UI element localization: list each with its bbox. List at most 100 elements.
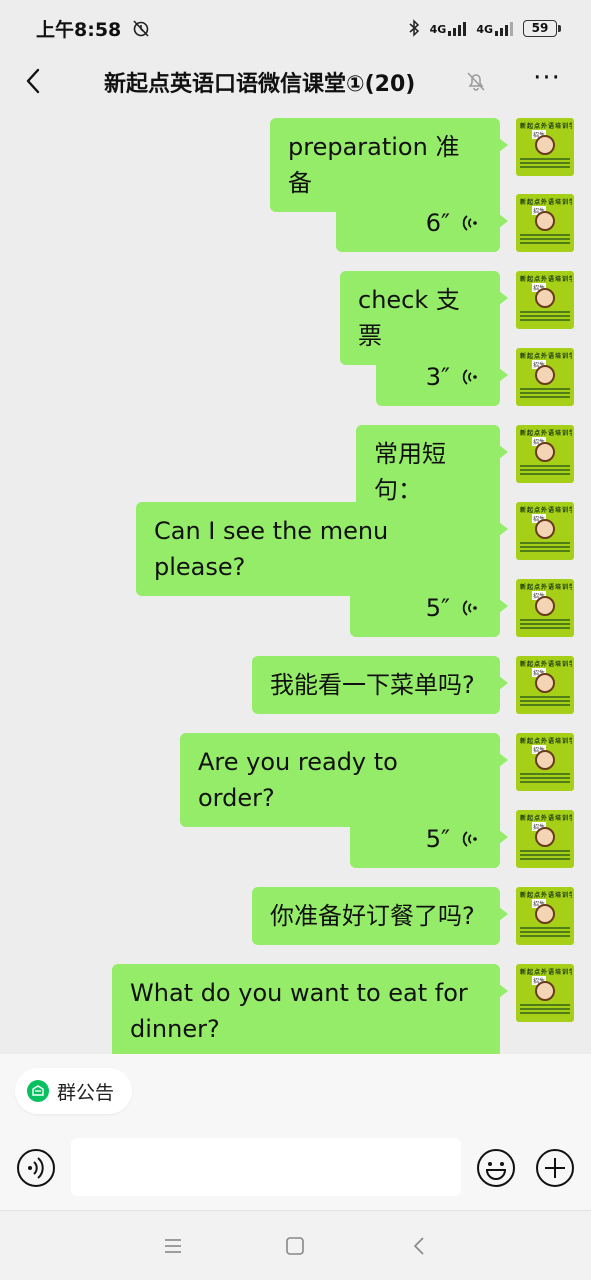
announcement-icon [27,1080,49,1102]
signal-1: 4G [430,20,467,36]
menu-icon[interactable] [162,1235,184,1257]
avatar-text-lines [520,1004,570,1018]
avatar[interactable]: 新起点外语培训学校招生 [516,964,574,1022]
avatar-face [535,442,555,462]
voice-message[interactable]: 6″ 新起点外语培训学校招生 [336,194,574,252]
group-announcement-button[interactable]: 群公告 [15,1068,133,1114]
voice-message[interactable]: 3″ 新起点外语培训学校招生 [376,348,574,406]
voice-wave-icon [462,369,477,385]
avatar[interactable]: 新起点外语培训学校招生 [516,194,574,252]
alarm-off-icon [133,20,149,37]
announcement-label: 群公告 [57,1081,115,1104]
voice-duration: 5″ [425,825,450,853]
message-bubble[interactable]: 5″ [350,579,508,637]
avatar-face [535,750,555,770]
message-bubble[interactable]: 3″ [376,348,508,406]
avatar-face [535,827,555,847]
avatar-arc-text: 新起点外语培训学校 [520,738,572,745]
avatar-text-lines [520,388,570,402]
battery-indicator: 59 [523,19,561,37]
announcement-area: 群公告 [0,1054,591,1128]
message-text: preparation 准备 [288,133,460,197]
message-text: 你准备好订餐了吗? [270,902,475,930]
message-bubble[interactable]: What do you want to eat for dinner? [112,964,508,1054]
message-input[interactable] [71,1138,461,1196]
avatar-text-lines [520,850,570,864]
avatar-face [535,288,555,308]
avatar[interactable]: 新起点外语培训学校招生 [516,271,574,329]
avatar-face [535,519,555,539]
message-text: 我能看一下菜单吗? [270,671,475,699]
smiley-icon[interactable] [476,1148,516,1188]
avatar-face [535,135,555,155]
avatar-arc-text: 新起点外语培训学校 [520,199,572,206]
avatar-text-lines [520,234,570,248]
text-message[interactable]: 你准备好订餐了吗? 新起点外语培训学校招生 [252,887,574,945]
avatar-face [535,211,555,231]
system-nav-bar [0,1210,591,1280]
voice-duration: 3″ [425,363,450,391]
message-bubble[interactable]: 我能看一下菜单吗? [252,656,508,714]
avatar[interactable]: 新起点外语培训学校招生 [516,579,574,637]
message-bubble[interactable]: 6″ [336,194,508,252]
avatar-arc-text: 新起点外语培训学校 [520,815,572,822]
avatar[interactable]: 新起点外语培训学校招生 [516,502,574,560]
avatar-arc-text: 新起点外语培训学校 [520,123,572,130]
status-time: 上午8:58 [36,18,122,41]
nav-back-icon[interactable] [408,1235,430,1257]
avatar[interactable]: 新起点外语培训学校招生 [516,733,574,791]
voice-duration: 5″ [425,594,450,622]
avatar[interactable]: 新起点外语培训学校招生 [516,887,574,945]
avatar-arc-text: 新起点外语培训学校 [520,969,572,976]
back-icon[interactable] [18,64,52,98]
avatar-arc-text: 新起点外语培训学校 [520,507,572,514]
message-text: Are you ready to order? [198,748,398,812]
avatar-face [535,904,555,924]
message-text: What do you want to eat for dinner? [130,979,468,1043]
voice-message[interactable]: 5″ 新起点外语培训学校招生 [350,810,574,868]
chat-header: 新起点英语口语微信课堂①(20) ··· [0,56,591,106]
avatar-face [535,673,555,693]
avatar-text-lines [520,542,570,556]
avatar-text-lines [520,465,570,479]
avatar-text-lines [520,619,570,633]
signal-2: 4G [476,20,513,36]
text-message[interactable]: 我能看一下菜单吗? 新起点外语培训学校招生 [252,656,574,714]
chat-title: 新起点英语口语微信课堂①(20) [104,72,416,97]
avatar-arc-text: 新起点外语培训学校 [520,892,572,899]
avatar[interactable]: 新起点外语培训学校招生 [516,118,574,176]
message-bubble[interactable]: 5″ [350,810,508,868]
voice-wave-icon [462,831,477,847]
avatar-arc-text: 新起点外语培训学校 [520,661,572,668]
message-list[interactable]: preparation 准备新起点外语培训学校招生 6″ 新起点外语培训学校招生 ch… [0,106,591,1054]
avatar-text-lines [520,927,570,941]
voice-input-icon[interactable] [16,1148,56,1188]
more-options-button[interactable]: ··· [530,65,564,94]
voice-duration: 6″ [425,209,450,237]
avatar-text-lines [520,773,570,787]
avatar-arc-text: 新起点外语培训学校 [520,276,572,283]
avatar[interactable]: 新起点外语培训学校招生 [516,425,574,483]
avatar[interactable]: 新起点外语培训学校招生 [516,348,574,406]
avatar-text-lines [520,158,570,172]
text-message[interactable]: What do you want to eat for dinner? 新起点外语… [112,964,574,1054]
avatar-face [535,981,555,1001]
message-text: 常用短句： [374,440,446,504]
voice-message[interactable]: 5″ 新起点外语培训学校招生 [350,579,574,637]
home-icon[interactable] [284,1235,306,1257]
message-text: Can I see the menu please? [154,517,389,581]
message-bubble[interactable]: 你准备好订餐了吗? [252,887,508,945]
avatar-text-lines [520,311,570,325]
bluetooth-icon [409,19,419,37]
voice-wave-icon [462,600,477,616]
avatar-text-lines [520,696,570,710]
avatar[interactable]: 新起点外语培训学校招生 [516,810,574,868]
status-bar: 上午8:58 4G 4G 59 [0,0,591,56]
avatar-arc-text: 新起点外语培训学校 [520,430,572,437]
avatar-face [535,596,555,616]
plus-circle-icon[interactable] [535,1148,575,1188]
avatar-arc-text: 新起点外语培训学校 [520,353,572,360]
input-bar [0,1128,591,1210]
avatar[interactable]: 新起点外语培训学校招生 [516,656,574,714]
avatar-face [535,365,555,385]
